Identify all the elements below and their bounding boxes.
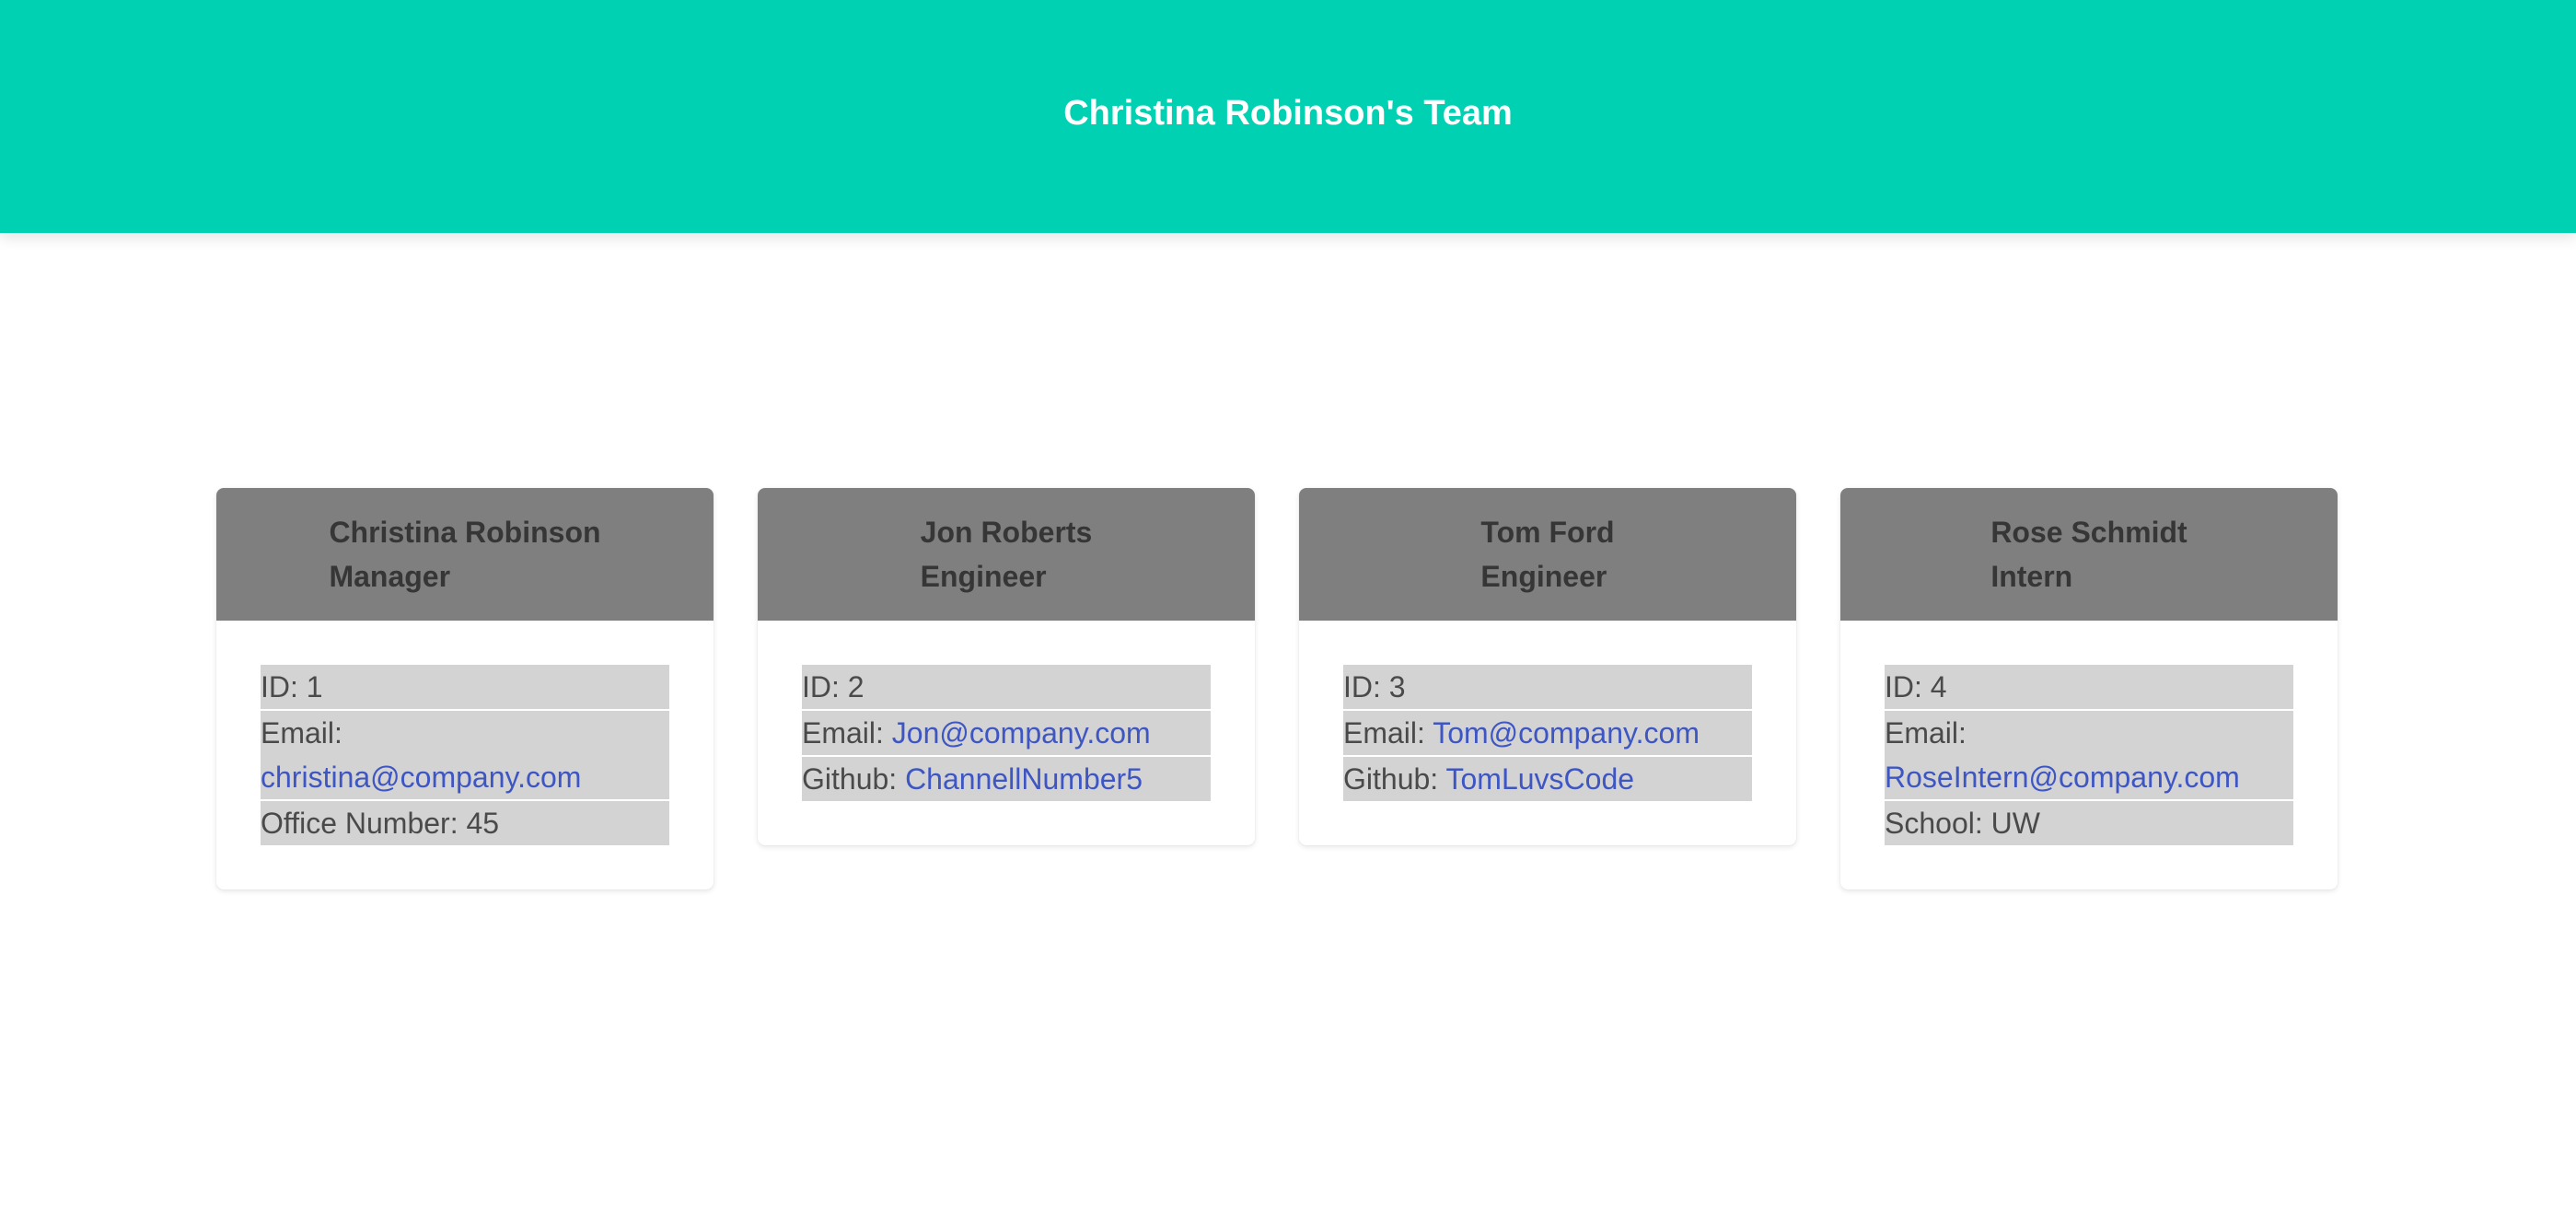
page-title: Christina Robinson's Team	[1063, 94, 1513, 133]
github-label: Github:	[1343, 762, 1439, 796]
id-row: ID: 3	[1343, 665, 1752, 709]
employee-card-engineer: Jon Roberts Engineer ID: 2 Email: Jon@co…	[758, 488, 1255, 845]
employee-name: Tom Ford	[1480, 516, 1615, 549]
email-link[interactable]: Tom@company.com	[1433, 716, 1700, 750]
card-header: Rose Schmidt Intern	[1840, 488, 2338, 621]
email-row: Email: christina@company.com	[261, 711, 669, 799]
email-label: Email:	[1885, 716, 1967, 750]
card-header: Christina Robinson Manager	[216, 488, 714, 621]
email-row: Email: Jon@company.com	[802, 711, 1211, 755]
employee-role: Engineer	[1480, 560, 1607, 593]
employee-name: Jon Roberts	[920, 516, 1093, 549]
github-link[interactable]: ChannellNumber5	[905, 762, 1143, 796]
email-row: Email: Tom@company.com	[1343, 711, 1752, 755]
email-link[interactable]: Jon@company.com	[892, 716, 1151, 750]
card-header: Jon Roberts Engineer	[758, 488, 1255, 621]
office-number-row: Office Number: 45	[261, 801, 669, 845]
email-label: Email:	[1343, 716, 1425, 750]
email-row: Email: RoseIntern@company.com	[1885, 711, 2293, 799]
github-link[interactable]: TomLuvsCode	[1445, 762, 1634, 796]
card-body: ID: 4 Email: RoseIntern@company.com Scho…	[1840, 621, 2338, 889]
github-label: Github:	[802, 762, 898, 796]
team-banner: Christina Robinson's Team	[0, 0, 2576, 233]
email-link[interactable]: RoseIntern@company.com	[1885, 761, 2240, 794]
github-row: Github: ChannellNumber5	[802, 757, 1211, 801]
school-row: School: UW	[1885, 801, 2293, 845]
card-body: ID: 2 Email: Jon@company.com Github: Cha…	[758, 621, 1255, 845]
id-row: ID: 4	[1885, 665, 2293, 709]
employee-role: Manager	[329, 560, 451, 593]
email-link[interactable]: christina@company.com	[261, 761, 581, 794]
employee-card-manager: Christina Robinson Manager ID: 1 Email: …	[216, 488, 714, 889]
employee-card-engineer: Tom Ford Engineer ID: 3 Email: Tom@compa…	[1299, 488, 1796, 845]
card-body: ID: 3 Email: Tom@company.com Github: Tom…	[1299, 621, 1796, 845]
employee-card-intern: Rose Schmidt Intern ID: 4 Email: RoseInt…	[1840, 488, 2338, 889]
employee-role: Intern	[1990, 560, 2073, 593]
email-label: Email:	[261, 716, 342, 750]
email-label: Email:	[802, 716, 884, 750]
employee-name: Christina Robinson	[329, 516, 601, 549]
card-header: Tom Ford Engineer	[1299, 488, 1796, 621]
id-row: ID: 1	[261, 665, 669, 709]
card-body: ID: 1 Email: christina@company.com Offic…	[216, 621, 714, 889]
github-row: Github: TomLuvsCode	[1343, 757, 1752, 801]
employee-role: Engineer	[920, 560, 1047, 593]
id-row: ID: 2	[802, 665, 1211, 709]
employee-name: Rose Schmidt	[1990, 516, 2187, 549]
